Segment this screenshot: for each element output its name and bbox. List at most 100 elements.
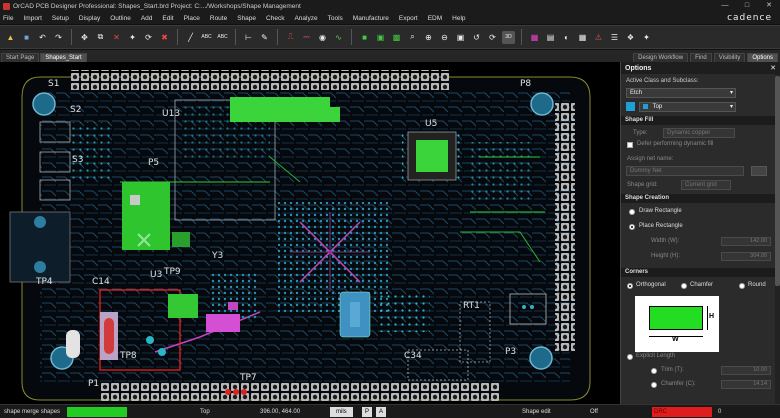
slide-icon[interactable]: ⎓ (300, 31, 313, 44)
class-dropdown[interactable]: Etch ▾ (626, 88, 736, 98)
menu-file[interactable]: File (3, 15, 13, 22)
zoom-fit-icon[interactable]: ⌕ (406, 31, 419, 44)
zoom-window-icon[interactable]: ▣ (454, 31, 467, 44)
close-button[interactable]: ✕ (758, 0, 780, 12)
tab-design-workflow[interactable]: Design Workflow (633, 53, 689, 62)
height-input[interactable]: 304.00 (721, 252, 771, 261)
draw-rectangle-radio[interactable] (629, 209, 635, 215)
orthogonal-radio[interactable] (627, 283, 633, 289)
tab-start-page[interactable]: Start Page (1, 53, 40, 62)
tab-visibility[interactable]: Visibility (713, 53, 746, 62)
assign-net-label: Assign net name: (627, 156, 674, 162)
shape-grid-dropdown[interactable]: Current grid (681, 180, 731, 190)
zoom-in-icon[interactable]: ⊕ (422, 31, 435, 44)
p-button[interactable]: P (362, 407, 373, 417)
drc-icon[interactable]: ⚠ (592, 31, 605, 44)
spin-icon[interactable]: ⟳ (142, 31, 155, 44)
menu-tools[interactable]: Tools (328, 15, 343, 22)
menu-check[interactable]: Check (266, 15, 284, 22)
shape-add-icon[interactable]: ■ (358, 31, 371, 44)
save-icon[interactable]: ■ (20, 31, 33, 44)
subclass-color-swatch[interactable] (626, 102, 635, 111)
shape-creation-section[interactable]: Shape Creation (621, 194, 776, 203)
menu-place[interactable]: Place (184, 15, 200, 22)
corners-section[interactable]: Corners (621, 268, 776, 277)
minimize-button[interactable]: — (714, 0, 736, 12)
copy-icon[interactable]: ⧉ (94, 31, 107, 44)
dimension-icon[interactable]: ⊢ (242, 31, 255, 44)
measure-icon[interactable]: ✎ (258, 31, 271, 44)
shape-fill-section[interactable]: Shape Fill (621, 116, 776, 125)
zoom-out-icon[interactable]: ⊖ (438, 31, 451, 44)
a-button[interactable]: A (376, 407, 387, 417)
zoom-prev-icon[interactable]: ↺ (470, 31, 483, 44)
shape-select-icon[interactable]: ▩ (390, 31, 403, 44)
shadow-icon[interactable]: ◐ (560, 31, 573, 44)
layer-icon[interactable]: ▤ (544, 31, 557, 44)
unrats-icon[interactable]: ✖ (158, 31, 171, 44)
panel-scrollbar[interactable] (775, 74, 780, 404)
menu-outline[interactable]: Outline (110, 15, 131, 22)
rats-icon[interactable]: ✦ (640, 31, 653, 44)
add-connect-icon[interactable]: ⎍ (284, 31, 297, 44)
menu-display[interactable]: Display (79, 15, 100, 22)
pin-icon[interactable]: ✦ (126, 31, 139, 44)
trim-radio[interactable] (651, 368, 657, 374)
delay-tune-icon[interactable]: ∿ (332, 31, 345, 44)
menu-add[interactable]: Add (141, 15, 153, 22)
pcb-canvas[interactable]: S1 S2 S3 P8 P5 U13 U5 U3 Y3 TP4 TP8 P1 P3 C14 RT1 C34 TP… (0, 62, 620, 404)
tab-find[interactable]: Find (690, 53, 712, 62)
explicit-length-radio[interactable] (627, 354, 633, 360)
via-icon[interactable]: ◉ (316, 31, 329, 44)
menu-edit[interactable]: Edit (162, 15, 173, 22)
add-text-icon[interactable]: ABC (200, 31, 213, 44)
defer-fill-checkbox[interactable] (627, 142, 633, 148)
delete-icon[interactable]: ✕ (110, 31, 123, 44)
round-radio[interactable] (739, 283, 745, 289)
menu-help[interactable]: Help (452, 15, 465, 22)
bird-eye-icon[interactable]: ❖ (624, 31, 637, 44)
fill-type-dropdown[interactable]: Dynamic copper (663, 128, 735, 138)
grid-icon[interactable]: ▦ (576, 31, 589, 44)
redo-icon[interactable]: ↷ (52, 31, 65, 44)
refdes-label: P3 (505, 347, 516, 357)
board-drawing[interactable]: S1 S2 S3 P8 P5 U13 U5 U3 Y3 TP4 TP8 P1 P3 C14 RT1 C34 TP… (0, 62, 620, 404)
defer-fill-label: Defer performing dynamic fill (637, 141, 714, 147)
menu-export[interactable]: Export (399, 15, 418, 22)
maximize-button[interactable]: □ (736, 0, 758, 12)
menu-route[interactable]: Route (210, 15, 227, 22)
move-icon[interactable]: ✥ (78, 31, 91, 44)
undo-icon[interactable]: ↶ (36, 31, 49, 44)
width-input[interactable]: 142.00 (721, 237, 771, 246)
menu-edm[interactable]: EDM (428, 15, 442, 22)
report-icon[interactable]: ☰ (608, 31, 621, 44)
scrollbar-thumb[interactable] (775, 76, 780, 286)
menu-shape[interactable]: Shape (237, 15, 256, 22)
open-icon[interactable]: ▲ (4, 31, 17, 44)
trim-input[interactable]: 10.00 (721, 366, 771, 375)
tab-options[interactable]: Options (747, 53, 778, 62)
chamfer-length-input[interactable]: 14.14 (721, 380, 771, 389)
panel-close-icon[interactable]: ✕ (770, 64, 776, 72)
net-name-field[interactable]: Dummy Net (626, 166, 744, 176)
draw-rectangle-label: Draw Rectangle (639, 208, 682, 214)
place-rectangle-radio[interactable] (629, 224, 635, 230)
menu-setup[interactable]: Setup (52, 15, 69, 22)
chamfer-radio[interactable] (681, 283, 687, 289)
units-display[interactable]: mils (330, 407, 353, 417)
3d-view-icon[interactable]: 3D (502, 30, 515, 44)
menu-manufacture[interactable]: Manufacture (353, 15, 389, 22)
menu-import[interactable]: Import (23, 15, 41, 22)
tab-shapes-start[interactable]: Shapes_Start (40, 53, 87, 62)
add-line-icon[interactable]: ╱ (184, 31, 197, 44)
drc-indicator[interactable]: DRC (652, 407, 712, 417)
color-icon[interactable]: ▦ (528, 31, 541, 44)
refdes-label: RT1 (463, 301, 480, 311)
edit-text-icon[interactable]: ABC (216, 31, 229, 44)
shape-edit-icon[interactable]: ▣ (374, 31, 387, 44)
menu-analyze[interactable]: Analyze (294, 15, 317, 22)
chamfer-length-radio[interactable] (651, 382, 657, 388)
subclass-dropdown[interactable]: Top ▾ (639, 102, 736, 112)
redraw-icon[interactable]: ⟳ (486, 31, 499, 44)
net-browse-button[interactable] (751, 166, 767, 176)
